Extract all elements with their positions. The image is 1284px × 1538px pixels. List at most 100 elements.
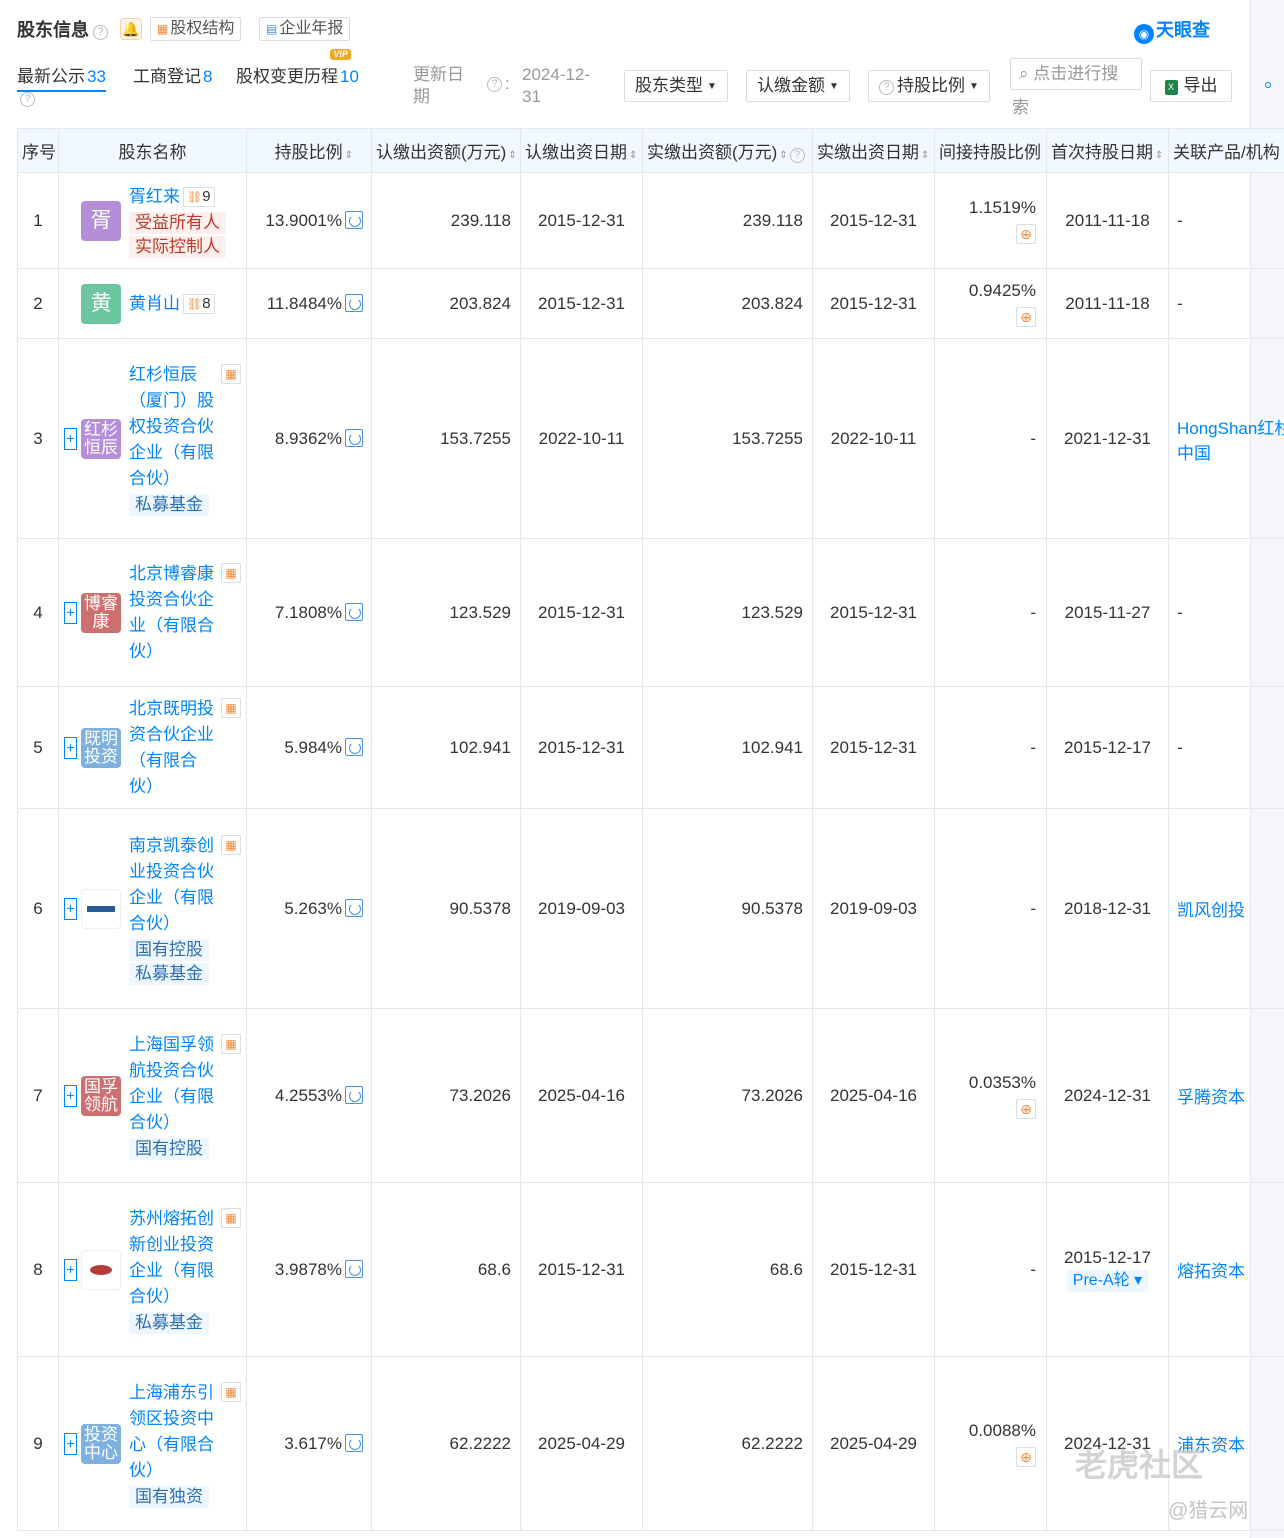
indirect-ratio: - <box>934 808 1047 1009</box>
update-help-icon[interactable]: ? <box>487 77 502 92</box>
update-colon: : <box>505 74 510 93</box>
shareholder-name[interactable]: 北京博睿康投资合伙企业（有限合伙） <box>129 564 214 661</box>
table-row: 1 胥胥红来 ⛓9 受益所有人 实际控制人 13.9001% 239.118 2015-12-… <box>17 172 1284 269</box>
first-hold-date: 2024-12-31 <box>1064 1085 1151 1105</box>
col-sub-amount[interactable]: 认缴出资额(万元) ⇕ <box>371 128 521 173</box>
annual-report-label: 企业年报 <box>279 20 344 37</box>
search-input[interactable]: ⌕ 点击进行搜 <box>1010 58 1142 90</box>
col-ratio-label: 持股比例 <box>274 143 343 162</box>
col-first-date[interactable]: 首次持股日期 ⇕ <box>1046 128 1169 173</box>
shareholder-cell: + 投资中心 上海浦东引领区投资中心（有限合伙） 国有独资 ▦ <box>58 1356 247 1531</box>
structure-icon[interactable]: ▦ <box>221 697 241 718</box>
row-index: 5 <box>17 686 59 809</box>
relation-count-button[interactable]: ⛓8 <box>183 293 215 314</box>
share-ratio-cell: 5.263% <box>246 808 372 1009</box>
help-icon[interactable]: ? <box>789 148 805 163</box>
shareholder-name[interactable]: 上海国孚领航投资合伙企业（有限合伙） <box>129 1035 214 1132</box>
share-ratio-dropdown[interactable]: ? 持股比例 ▼ <box>868 70 990 102</box>
related-org[interactable]: HongShan红杉中国 <box>1168 338 1284 539</box>
structure-icon[interactable]: ▦ <box>221 1033 241 1054</box>
pie-chart-icon[interactable] <box>345 602 363 621</box>
caret-down-icon: ▼ <box>707 81 717 92</box>
related-org[interactable]: 熔拓资本 <box>1168 1182 1284 1357</box>
structure-icon[interactable]: ▦ <box>221 1207 241 1228</box>
paid-amount: 90.5378 <box>642 808 813 1009</box>
first-hold-date: 2015-12-17 <box>1064 1247 1151 1267</box>
structure-icon[interactable]: ▦ <box>221 834 241 855</box>
subscribed-amount-dropdown[interactable]: 认缴金额 ▼ <box>746 70 850 102</box>
shareholder-name[interactable]: 苏州熔拓创新创业投资企业（有限合伙） <box>129 1209 214 1306</box>
expand-button[interactable]: + <box>64 601 77 624</box>
col-paid-amount[interactable]: 实缴出资额(万元) ⇕? <box>642 128 813 173</box>
expand-button[interactable]: + <box>64 1432 77 1455</box>
search-placeholder: 点击进行搜 <box>1033 64 1119 83</box>
indirect-ratio-cell: 0.0088% ⊕ <box>934 1356 1047 1531</box>
table-row: 8 + 苏州熔拓创新创业投资企业（有限合伙） 私募基金 ▦ 3.9878% 68.6 2015… <box>17 1182 1284 1357</box>
tab-registration[interactable]: 工商登记 8 <box>133 62 212 87</box>
avatar: 黄 <box>81 283 121 324</box>
tabs-help-icon[interactable]: ? <box>20 92 35 107</box>
shareholder-name[interactable]: 黄肖山 <box>129 294 180 313</box>
shareholder-tag: 国有控股 <box>129 938 209 961</box>
shareholder-name[interactable]: 红杉恒辰（厦门）股权投资合伙企业（有限合伙） <box>129 365 214 488</box>
subscribed-date: 2022-10-11 <box>520 338 643 539</box>
company-avatar: 既明投资 <box>81 727 121 768</box>
col-sub-date[interactable]: 认缴出资日期 ⇕ <box>520 128 643 173</box>
annual-report-button[interactable]: ▤ 企业年报 <box>259 17 351 41</box>
network-icon[interactable]: ⊕ <box>1016 1098 1036 1119</box>
round-badge[interactable]: Pre-A轮 ▾ <box>1066 1269 1149 1292</box>
col-ratio[interactable]: 持股比例 ⇕ <box>246 128 372 173</box>
expand-button[interactable]: + <box>64 897 77 920</box>
expand-button[interactable]: + <box>64 1084 77 1107</box>
col-name: 股东名称 <box>58 128 247 173</box>
shareholder-name[interactable]: 南京凯泰创业投资合伙企业（有限合伙） <box>129 836 214 933</box>
brand-logo[interactable]: ◉ 天眼查 <box>1134 16 1210 44</box>
shareholder-cell: + 博睿康 北京博睿康投资合伙企业（有限合伙） ▦ <box>58 538 247 687</box>
expand-button[interactable]: + <box>64 736 77 759</box>
expand-button[interactable]: + <box>64 1258 77 1281</box>
pie-chart-icon[interactable] <box>345 428 363 447</box>
first-hold-cell: 2015-11-27 <box>1046 538 1169 687</box>
expand-button[interactable]: + <box>64 427 77 450</box>
shareholder-name[interactable]: 胥红来 <box>129 187 180 206</box>
pie-chart-icon[interactable] <box>345 210 363 229</box>
tab-latest[interactable]: 最新公示 33 <box>17 62 106 92</box>
network-icon[interactable]: ⊕ <box>1016 223 1036 244</box>
subscribed-amount: 153.7255 <box>371 338 521 539</box>
pie-chart-icon[interactable] <box>345 1433 363 1452</box>
structure-icon[interactable]: ▦ <box>221 363 241 384</box>
paid-amount: 239.118 <box>642 172 813 269</box>
paid-amount: 102.941 <box>642 686 813 809</box>
export-button[interactable]: X 导出 <box>1150 70 1232 102</box>
related-org[interactable]: 孚腾资本 <box>1168 1008 1284 1183</box>
related-org: - <box>1168 686 1284 809</box>
equity-structure-button[interactable]: ▦ 股权结构 <box>150 17 242 41</box>
help-icon[interactable]: ? <box>93 25 108 40</box>
col-indirect: 间接持股比例 <box>934 128 1047 173</box>
tab-change-history[interactable]: 股权变更历程 10 VIP <box>236 49 359 87</box>
paid-date: 2015-12-31 <box>812 686 935 809</box>
pie-chart-icon[interactable] <box>345 293 363 312</box>
network-icon[interactable]: ⊕ <box>1016 1446 1036 1467</box>
related-org[interactable]: 凯风创投 <box>1168 808 1284 1009</box>
brand-logo-text: 天眼查 <box>1156 20 1210 40</box>
network-icon[interactable]: ⊕ <box>1016 306 1036 327</box>
shareholder-name[interactable]: 上海浦东引领区投资中心（有限合伙） <box>129 1383 214 1480</box>
shareholder-type-dropdown[interactable]: 股东类型 ▼ <box>624 70 728 102</box>
pie-chart-icon[interactable] <box>345 898 363 917</box>
shareholder-name[interactable]: 北京既明投资合伙企业（有限合伙） <box>129 699 214 796</box>
shareholder-tag: 私募基金 <box>129 1311 209 1334</box>
col-paid-date[interactable]: 实缴出资日期 ⇕ <box>812 128 935 173</box>
col-paid-amount-label: 实缴出资额(万元) <box>647 143 778 162</box>
structure-icon[interactable]: ▦ <box>221 1381 241 1402</box>
nav-dot-icon[interactable] <box>1265 82 1271 88</box>
watermark: 老虎社区 <box>1075 1447 1204 1483</box>
structure-icon[interactable]: ▦ <box>221 562 241 583</box>
company-avatar: 投资中心 <box>81 1423 121 1464</box>
bell-icon[interactable]: 🔔 <box>120 18 142 40</box>
relation-count-button[interactable]: ⛓9 <box>183 186 215 207</box>
first-hold-cell: 2021-12-31 <box>1046 338 1169 539</box>
pie-chart-icon[interactable] <box>345 1259 363 1278</box>
pie-chart-icon[interactable] <box>345 1085 363 1104</box>
pie-chart-icon[interactable] <box>345 737 363 756</box>
